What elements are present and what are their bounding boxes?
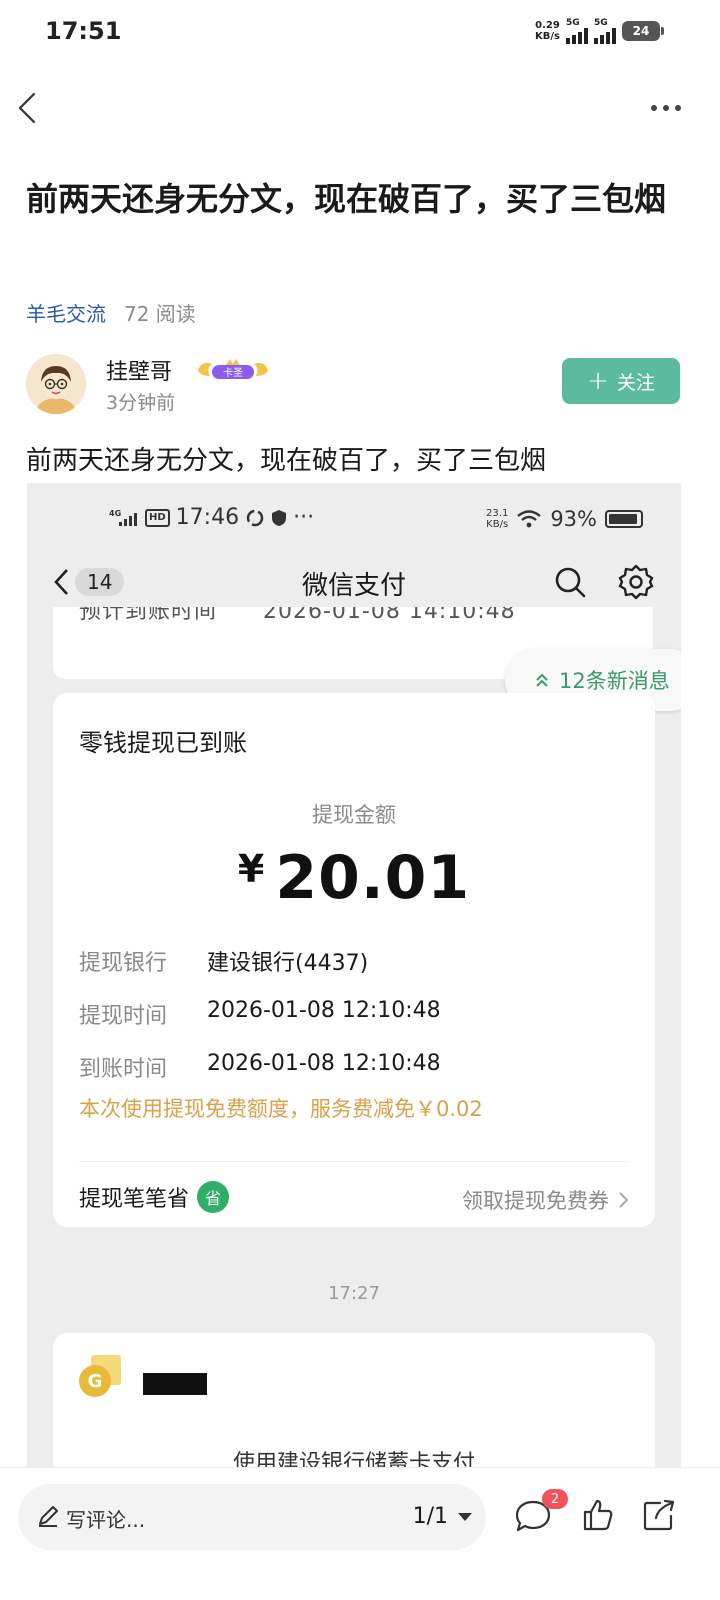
embedded-battery-text: 93% [550,507,597,531]
detail-row: 提现银行 建设银行(4437) [79,951,369,976]
detail-row: 到账时间 2026-01-08 12:10:48 [79,1051,441,1082]
shield-icon [272,509,287,526]
avatar[interactable] [26,354,86,414]
status-time: 17:51 [45,17,122,45]
comment-count-badge: 2 [542,1489,568,1509]
status-icons: 0.29 KB/s 5G 5G 24 [535,18,664,44]
avatar-illustration-icon [26,354,86,414]
post-title: 前两天还身无分文，现在破百了，买了三包烟 [26,180,667,218]
network-speed: 0.29 KB/s [535,20,560,42]
hd-icon: HD [145,508,170,527]
back-arrow-icon[interactable] [14,88,44,128]
pen-icon [39,1506,58,1527]
share-icon[interactable] [642,1498,676,1532]
signal-icon: 5G [594,18,616,44]
embedded-net-speed: 23.1 KB/s [486,508,509,530]
embedded-time: 17:46 [175,505,240,530]
payment-card: G 使用建设银行储蓄卡支付 [53,1333,655,1473]
sync-icon [246,509,264,526]
svg-text:卡圣: 卡圣 [223,366,243,379]
caret-down-icon [458,1512,472,1521]
search-icon [555,567,586,598]
previous-arrival-time: 预计到账时间 2026-01-08 14:10:48 [79,607,516,624]
plus-icon: + [587,366,609,396]
merchant-logo-icon: G [79,1355,121,1397]
chevron-right-icon [619,1192,629,1208]
detail-row: 提现时间 2026-01-08 12:10:48 [79,998,441,1029]
thumbs-up-icon[interactable] [582,1498,614,1532]
crown-badge-icon: 卡圣 [198,359,268,379]
battery-icon [605,510,643,528]
svg-text:G: G [88,1371,103,1392]
withdrawal-amount: ¥20.01 [237,843,471,913]
author-name[interactable]: 挂壁哥 [106,354,172,386]
withdrawal-title: 零钱提现已到账 [79,729,247,757]
svg-text:4G: 4G [109,509,121,518]
wechat-pay-header: 14 微信支付 [27,555,681,615]
status-bar: 17:51 0.29 KB/s 5G 5G 24 [0,0,720,66]
redacted-merchant-name [143,1373,207,1395]
4g-signal-icon: 4G [109,509,137,526]
divider [79,1161,629,1162]
gear-icon [618,564,654,600]
more-dots-icon: ··· [293,505,315,530]
bottom-bar: 写评论... 1/1 2 [0,1467,720,1600]
double-chevron-up-icon [536,673,548,687]
save-badge-icon: 省 [197,1181,230,1213]
post-image[interactable]: 4G HD 17:46 ··· 23.1 KB/s 93% 14 微信支付 预计… [27,483,681,1473]
post-time: 3分钟前 [106,392,176,414]
battery-icon: 24 [622,21,664,41]
fee-waiver-notice: 本次使用提现免费额度，服务费减免￥0.02 [79,1097,483,1121]
category-link[interactable]: 羊毛交流 [26,298,106,327]
amount-label: 提现金额 [312,803,396,827]
post-meta: 羊毛交流 72 阅读 [26,298,196,327]
embedded-status-bar: 4G HD 17:46 ··· 23.1 KB/s 93% [27,483,681,555]
page-indicator[interactable]: 1/1 [413,1504,472,1529]
follow-button[interactable]: + 关注 [562,358,680,404]
comment-placeholder: 写评论... [66,1508,146,1532]
more-options-icon[interactable] [650,98,682,118]
signal-icon: 5G [566,18,588,44]
withdrawal-card: 零钱提现已到账 提现金额 ¥20.01 提现银行 建设银行(4437) 提现时间… [53,693,655,1227]
wifi-icon [517,510,542,528]
promo-left: 提现笔笔省 省 [79,1181,230,1213]
post-body: 前两天还身无分文，现在破百了，买了三包烟 [26,446,547,476]
message-timestamp: 17:27 [328,1283,380,1304]
claim-coupon-link: 领取提现免费券 [462,1185,629,1215]
comment-input[interactable]: 写评论... 1/1 [18,1484,486,1550]
read-count: 72 阅读 [124,302,196,326]
author-row: 挂壁哥 卡圣 3分钟前 + 关注 [26,354,680,416]
